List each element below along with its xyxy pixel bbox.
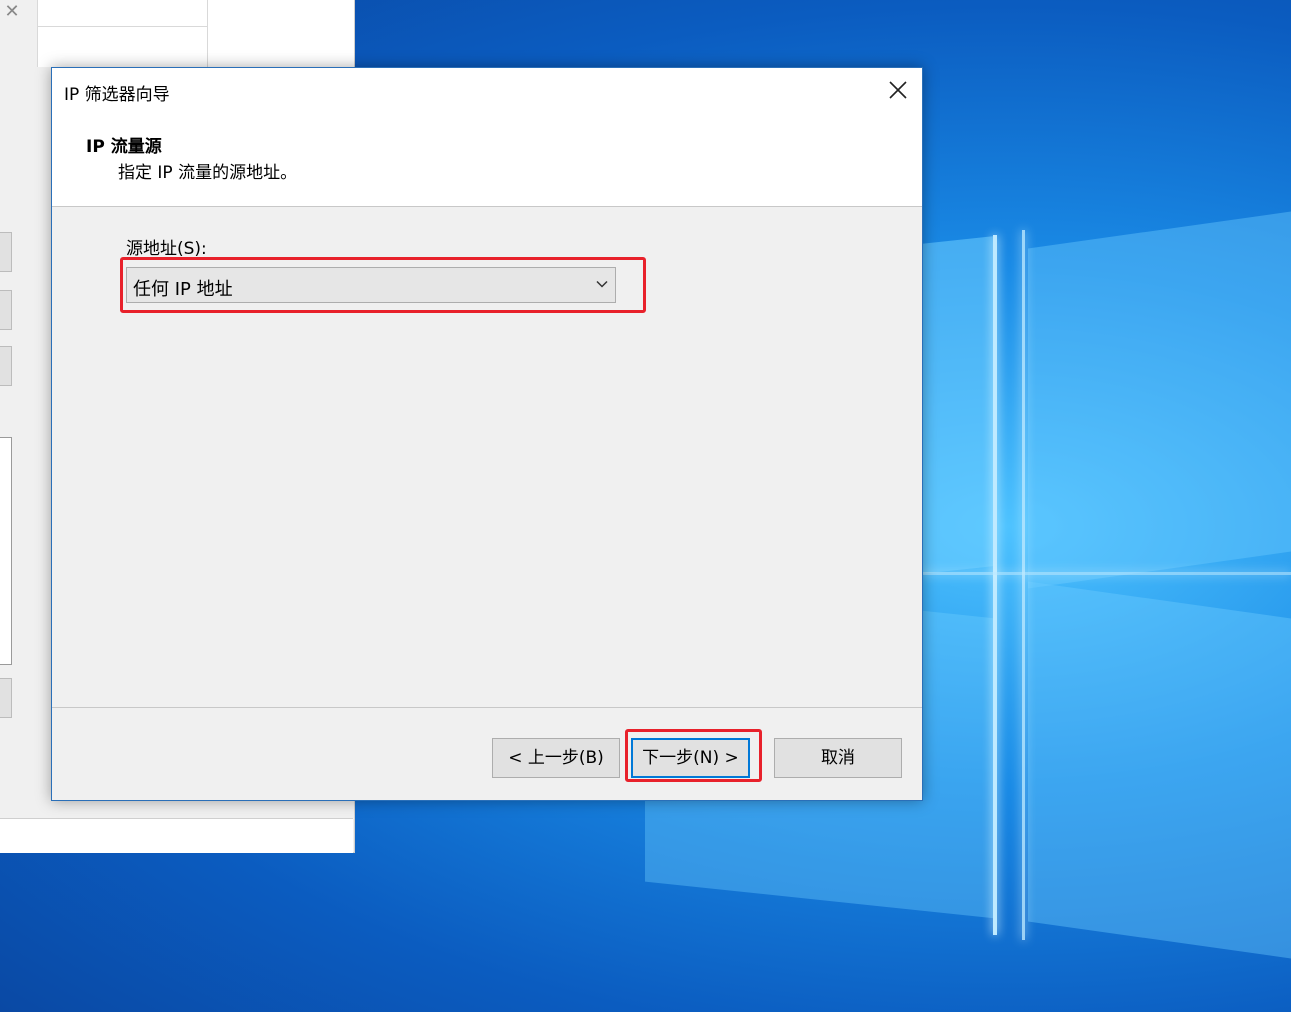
background-button[interactable]: [0, 346, 12, 386]
wizard-header: IP 流量源 指定 IP 流量的源地址。: [52, 112, 922, 207]
cancel-button[interactable]: 取消: [774, 738, 902, 778]
background-window-list: [37, 0, 354, 67]
background-window-divider: [207, 0, 208, 67]
logo-vertical-line: [993, 235, 997, 935]
logo-pane-bottom-right: [1028, 581, 1291, 959]
chevron-down-icon: [596, 280, 608, 288]
source-address-label: 源地址(S):: [126, 239, 207, 259]
source-address-value: 任何 IP 地址: [133, 279, 233, 300]
footer-divider: [52, 707, 922, 708]
background-close-icon[interactable]: ✕: [2, 2, 22, 22]
dialog-title: IP 筛选器向导: [64, 85, 170, 105]
page-subtitle: 指定 IP 流量的源地址。: [118, 163, 298, 183]
source-address-dropdown[interactable]: 任何 IP 地址: [126, 267, 616, 303]
page-title: IP 流量源: [86, 137, 162, 157]
logo-pane-top-left: [920, 236, 995, 574]
ip-filter-wizard-dialog: IP 筛选器向导 IP 流量源 指定 IP 流量的源地址。 源地址(S): 任何…: [51, 67, 923, 801]
back-button[interactable]: < 上一步(B): [492, 738, 620, 778]
close-icon: [889, 81, 907, 99]
close-button[interactable]: [874, 68, 922, 112]
logo-pane-top-right: [1028, 211, 1291, 589]
next-button[interactable]: 下一步(N) >: [631, 738, 750, 778]
title-bar: IP 筛选器向导: [52, 68, 922, 112]
background-button[interactable]: [0, 232, 12, 272]
background-window-divider: [37, 26, 207, 27]
background-button[interactable]: [0, 678, 12, 718]
background-listbox[interactable]: [0, 437, 12, 665]
background-button[interactable]: [0, 290, 12, 330]
background-status-strip: [0, 818, 353, 853]
logo-horizontal-line: [920, 572, 1291, 575]
logo-vertical-line-2: [1022, 230, 1025, 940]
